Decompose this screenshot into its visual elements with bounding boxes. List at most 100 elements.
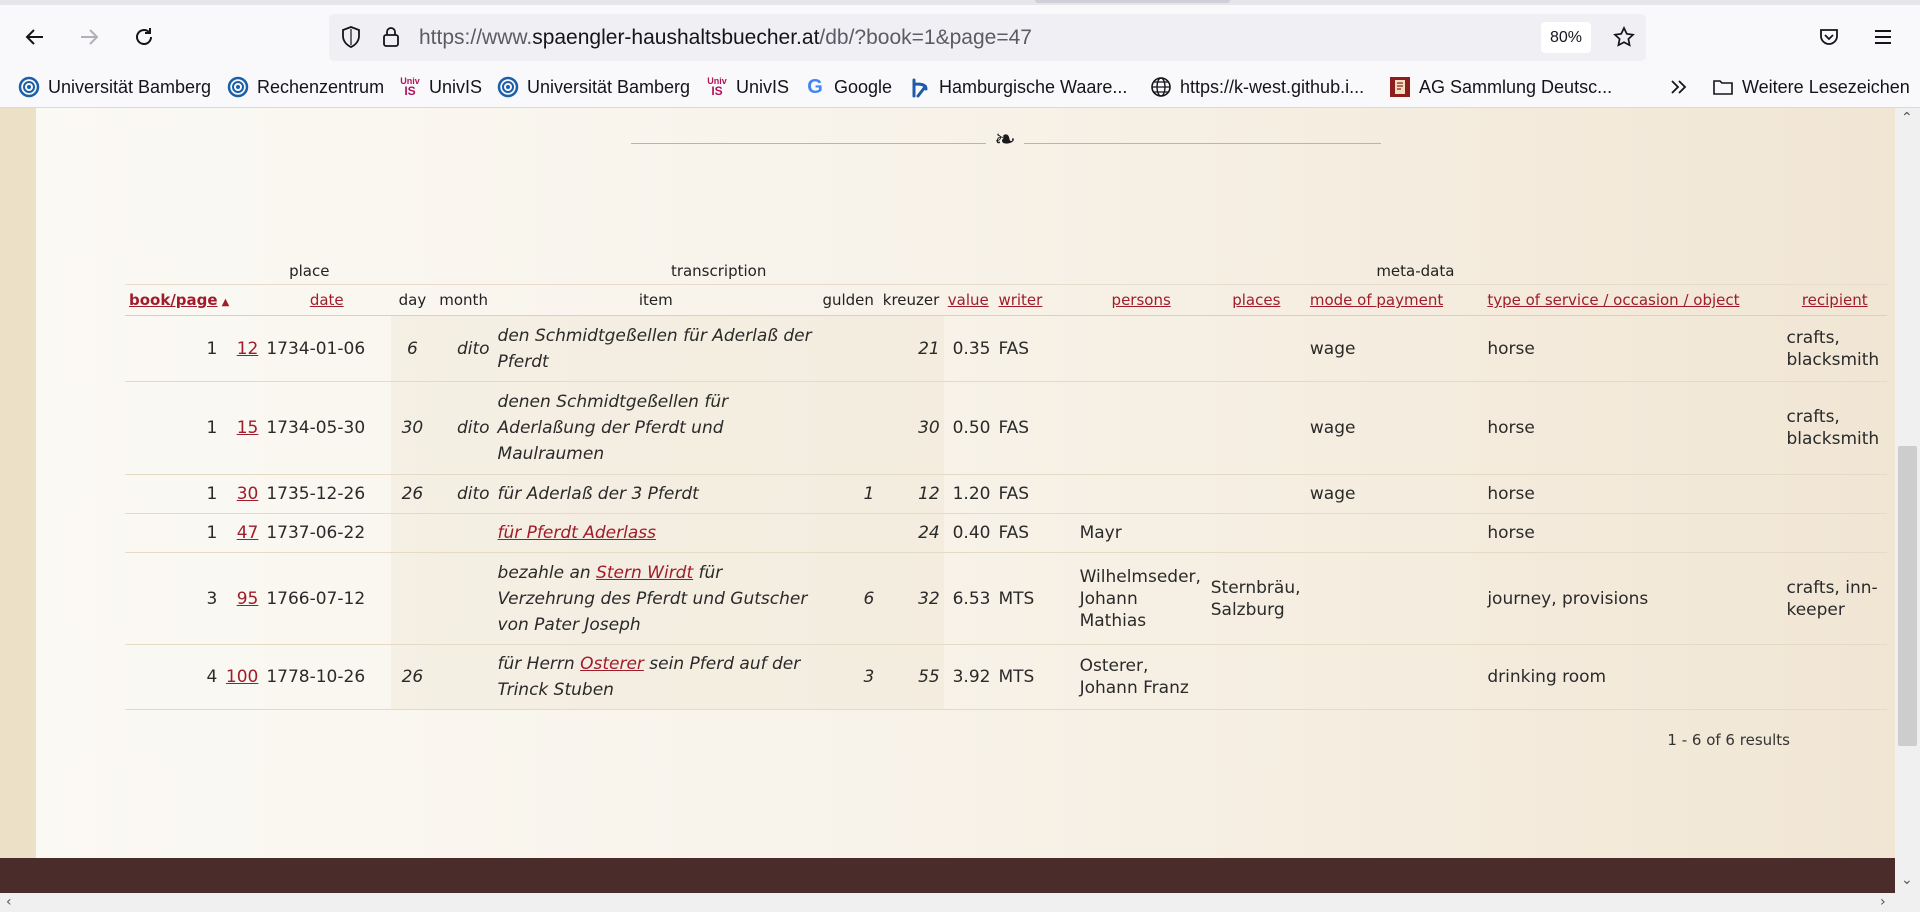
cell-day xyxy=(391,552,434,645)
cell-month xyxy=(433,552,494,645)
bookmark-ag-sammlung[interactable]: AG Sammlung Deutsc... xyxy=(1389,73,1612,101)
univis-logo-icon: Univ IS xyxy=(706,76,728,98)
recipient-line: crafts, inn- xyxy=(1786,577,1878,598)
header-day: day xyxy=(391,284,434,316)
header-recipient: recipient xyxy=(1782,284,1887,316)
url-text[interactable]: https://www.spaengler-haushaltsbuecher.a… xyxy=(419,26,1032,50)
cell-places xyxy=(1206,381,1306,475)
bookmark-universitaet-bamberg[interactable]: Universität Bamberg xyxy=(18,73,211,101)
vertical-scrollbar[interactable]: ⌃ ⌄ xyxy=(1895,108,1920,893)
table-row: 1 47 1737-06-22 für Pferdt Aderlass 24 0… xyxy=(125,513,1887,553)
item-link[interactable]: für Pferdt Aderlass xyxy=(498,523,656,543)
chevron-double-right-icon xyxy=(1671,80,1687,94)
scroll-up-icon[interactable]: ⌃ xyxy=(1901,110,1913,126)
sort-type-of-service-link[interactable]: type of service / occasion / object xyxy=(1487,291,1739,309)
menu-button[interactable] xyxy=(1863,17,1903,57)
sort-places-link[interactable]: places xyxy=(1232,291,1280,309)
column-group-header-row: place transcription meta-data xyxy=(125,253,1887,285)
horizontal-scrollbar[interactable]: ‹ › xyxy=(0,893,1920,912)
sort-mode-of-payment-link[interactable]: mode of payment xyxy=(1310,291,1443,309)
sort-book-page-link[interactable]: book/page xyxy=(129,291,218,309)
lock-icon[interactable] xyxy=(379,25,403,49)
vertical-scrollbar-thumb[interactable] xyxy=(1898,446,1917,746)
zoom-level-button[interactable]: 80% xyxy=(1541,22,1591,53)
bookmark-k-west-github[interactable]: https://k-west.github.i... xyxy=(1150,73,1364,101)
bookmark-hamburgische-waare[interactable]: Hamburgische Waare... xyxy=(909,73,1127,101)
page-link[interactable]: 95 xyxy=(237,589,259,609)
bookmark-google[interactable]: G Google xyxy=(804,73,892,101)
cell-recipient: crafts, inn-keeper xyxy=(1782,552,1887,645)
sort-writer-link[interactable]: writer xyxy=(998,291,1042,309)
scroll-left-icon[interactable]: ‹ xyxy=(6,894,12,910)
scroll-down-icon[interactable]: ⌄ xyxy=(1901,872,1913,888)
sort-ascending-icon[interactable]: ▲ xyxy=(218,297,230,308)
header-gulden: gulden xyxy=(818,284,879,316)
cell-item: für Aderlaß der 3 Pferdt xyxy=(493,474,819,514)
cell-places xyxy=(1206,474,1306,514)
header-item: item xyxy=(493,284,819,316)
bamberg-logo-icon xyxy=(227,76,249,98)
bamberg-logo-icon xyxy=(497,76,519,98)
sort-date-link[interactable]: date xyxy=(310,291,344,309)
item-link[interactable]: Osterer xyxy=(580,654,644,674)
cell-item: bezahle an Stern Wirdt für Verzehrung des… xyxy=(493,552,819,645)
cell-month: dito xyxy=(433,315,494,382)
reload-button[interactable] xyxy=(124,17,164,57)
bookmark-univis[interactable]: Univ IS UnivIS xyxy=(399,73,482,101)
hamburger-menu-icon xyxy=(1875,30,1891,44)
cell-kreuzer: 32 xyxy=(878,552,944,645)
column-header-row: book/page ▲ date day month item gulden kr… xyxy=(125,284,1887,316)
cell-gulden xyxy=(818,315,879,382)
sort-persons-link[interactable]: persons xyxy=(1112,291,1171,309)
bookmark-rechenzentrum[interactable]: Rechenzentrum xyxy=(227,73,384,101)
forward-button[interactable] xyxy=(69,17,109,57)
bookmark-universitaet-bamberg-2[interactable]: Universität Bamberg xyxy=(497,73,690,101)
bookmark-label: Rechenzentrum xyxy=(257,76,385,97)
sort-value-link[interactable]: value xyxy=(948,291,989,309)
recipient-line: keeper xyxy=(1786,599,1845,620)
other-bookmarks-folder[interactable]: Weitere Lesezeichen xyxy=(1712,73,1910,101)
cell-persons: Wilhelmseder, Johann Mathias xyxy=(1075,552,1207,645)
item-link[interactable]: Stern Wirdt xyxy=(596,563,693,583)
group-header-place: place xyxy=(289,262,330,280)
page-link[interactable]: 47 xyxy=(237,523,259,543)
persons-line: Johann Franz xyxy=(1079,678,1189,698)
globe-icon xyxy=(1150,76,1172,98)
cell-recipient: crafts, blacksmith xyxy=(1782,315,1887,382)
address-bar[interactable]: https://www.spaengler-haushaltsbuecher.a… xyxy=(329,14,1646,61)
header-kreuzer: kreuzer xyxy=(878,284,944,316)
persons-line: Mathias xyxy=(1079,610,1147,631)
cell-type-of-service: horse xyxy=(1483,513,1783,553)
cell-places xyxy=(1206,315,1306,382)
cell-item: für Herrn Osterer sein Pferd auf der Trin… xyxy=(493,644,819,710)
hamburg-logo-icon xyxy=(909,76,931,98)
shield-icon[interactable] xyxy=(339,25,363,49)
page-link[interactable]: 100 xyxy=(226,667,258,687)
bookmarks-overflow-button[interactable] xyxy=(1668,73,1690,101)
cell-day: 6 xyxy=(391,315,434,382)
cell-value: 6.53 xyxy=(943,552,995,645)
cell-kreuzer: 24 xyxy=(878,513,944,553)
cell-page: 12 xyxy=(221,315,263,382)
other-bookmarks-label: Weitere Lesezeichen xyxy=(1742,76,1910,97)
page-link[interactable]: 15 xyxy=(237,418,259,438)
page-link[interactable]: 12 xyxy=(237,339,259,359)
univis-logo-bottom: IS xyxy=(711,84,723,98)
cell-type-of-service: journey, provisions xyxy=(1483,552,1783,645)
cell-places: Sternbräu, Salzburg xyxy=(1206,552,1306,645)
result-count: 1 - 6 of 6 results xyxy=(1667,731,1790,749)
bookmark-label: Hamburgische Waare... xyxy=(939,76,1128,97)
url-prefix: https://www. xyxy=(419,26,533,49)
back-button[interactable] xyxy=(15,17,55,57)
persons-line: Osterer, xyxy=(1079,656,1149,676)
sort-recipient-link[interactable]: recipient xyxy=(1802,291,1868,309)
page-link[interactable]: 30 xyxy=(237,484,259,504)
item-text: sein Pferd auf der xyxy=(643,654,801,674)
cell-page: 30 xyxy=(221,474,263,514)
star-icon[interactable] xyxy=(1612,25,1636,49)
item-line: Verzehrung des Pferdt und Gutscher xyxy=(497,588,808,609)
item-line: Pferdt xyxy=(497,351,549,372)
bookmark-univis-2[interactable]: Univ IS UnivIS xyxy=(706,73,789,101)
scroll-right-icon[interactable]: › xyxy=(1880,894,1886,910)
pocket-button[interactable] xyxy=(1809,17,1849,57)
